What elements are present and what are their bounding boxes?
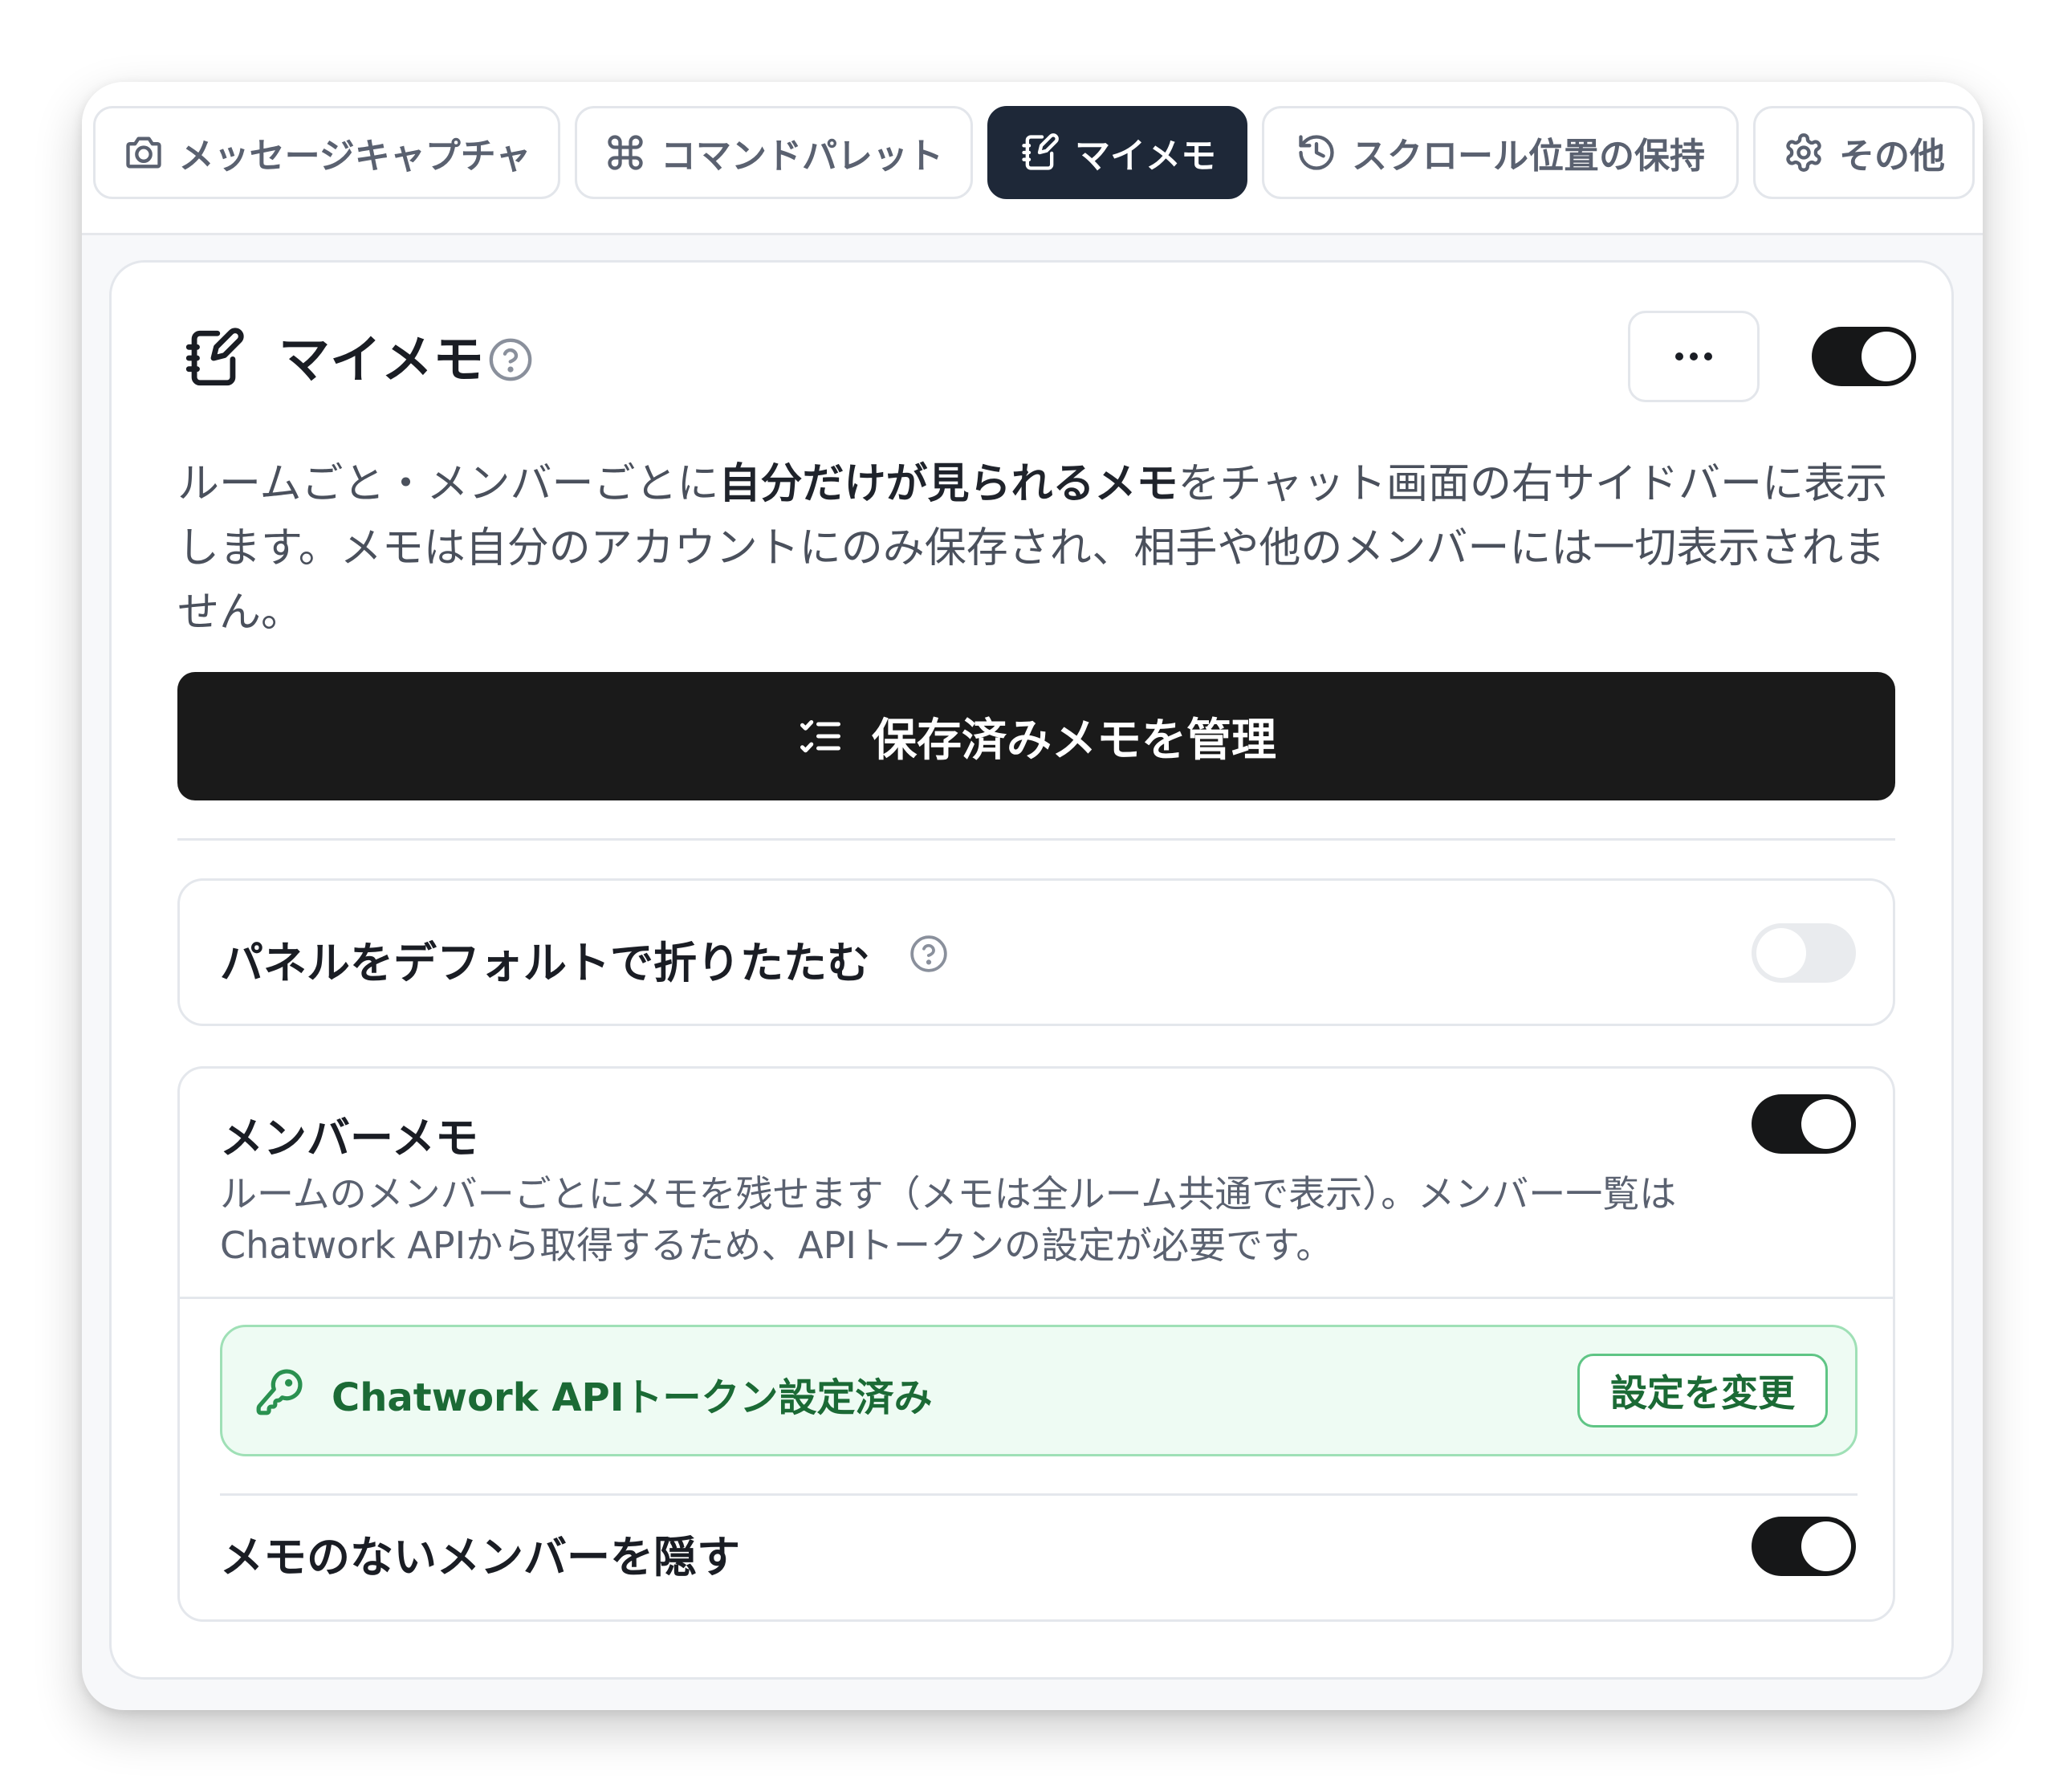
key-icon [256,1369,303,1415]
toggle-knob [1756,928,1806,978]
toggle-knob [1801,1521,1851,1571]
member-memo-section: メンバーメモ ルームのメンバーごとにメモを残せます（メモは全ルーム共通で表示）。… [177,1066,1895,1622]
note-edit-icon [185,328,244,386]
change-settings-button[interactable]: 設定を変更 [1577,1354,1828,1427]
card-title: マイメモ [279,331,484,390]
collapse-panel-setting: パネルをデフォルトで折りたたむ [177,878,1895,1026]
tab-label: その他 [1839,136,1945,177]
history-icon [1299,135,1334,170]
change-button-label: 設定を変更 [1610,1371,1795,1415]
tab-label: メッセージキャプチャ [178,136,531,177]
manage-button-label: 保存済みメモを管理 [872,714,1276,767]
member-memo-label: メンバーメモ [220,1113,478,1163]
api-token-status: Chatwork APIトークン設定済み 設定を変更 [220,1325,1858,1456]
hide-members-label: メモのないメンバーを隠す [220,1532,740,1582]
toggle-knob [1801,1099,1851,1149]
my-memo-toggle[interactable] [1812,327,1916,386]
note-edit-icon [1022,133,1059,170]
section-divider [177,838,1895,841]
card-description: ルームごと・メンバーごとに自分だけが見られるメモをチャット画面の右サイドバーに表… [177,452,1895,645]
command-icon [608,135,643,170]
gear-icon [1786,133,1821,172]
tab-scroll-position[interactable]: スクロール位置の保持 [1262,106,1739,199]
tab-label: スクロール位置の保持 [1352,136,1705,177]
collapse-panel-toggle[interactable] [1752,923,1856,983]
tab-my-memo[interactable]: マイメモ [987,106,1247,199]
description-text: ルームごと・メンバーごとに [177,460,719,508]
token-status-text: Chatwork APIトークン設定済み [332,1375,933,1420]
section-divider [180,1297,1893,1299]
help-circle-icon[interactable] [909,934,949,974]
hide-members-toggle[interactable] [1752,1517,1856,1576]
tab-command-palette[interactable]: コマンドパレット [575,106,973,199]
description-emphasis: 自分だけが見られるメモ [718,460,1178,508]
tab-label: マイメモ [1075,136,1216,177]
section-divider [220,1493,1858,1496]
member-memo-toggle[interactable] [1752,1094,1856,1154]
tab-bar: メッセージキャプチャ コマンドパレット マイメモ スクロール位置の保持 その他 [82,82,1983,235]
member-memo-description: ルームのメンバーごとにメモを残せます（メモは全ルーム共通で表示）。メンバー一覧は… [220,1172,1677,1267]
tab-message-capture[interactable]: メッセージキャプチャ [93,106,560,199]
settings-window: メッセージキャプチャ コマンドパレット マイメモ スクロール位置の保持 その他 … [82,82,1983,1710]
manage-saved-memos-button[interactable]: 保存済みメモを管理 [177,672,1895,800]
list-checks-icon [800,720,840,753]
toggle-knob [1862,332,1911,381]
more-options-button[interactable] [1628,311,1760,402]
setting-label: パネルをデフォルトで折りたたむ [220,938,870,988]
my-memo-card: マイメモ ルームごと・メンバーごとに自分だけが見られるメモをチャット画面の右サイ… [109,260,1954,1680]
tab-other[interactable]: その他 [1753,106,1975,199]
more-horizontal-icon [1675,352,1712,360]
help-circle-icon[interactable] [487,336,534,383]
tab-label: コマンドパレット [661,136,943,177]
camera-icon [125,136,161,169]
